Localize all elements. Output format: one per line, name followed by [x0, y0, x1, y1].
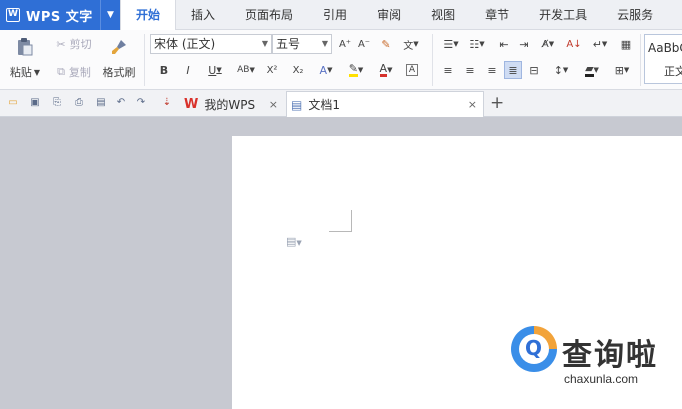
chevron-down-icon: ▼ [321, 39, 328, 48]
title-bar: W WPS 文字 ▼ 开始 插入 页面布局 引用 审阅 视图 章节 开发工具 云… [0, 0, 682, 31]
margin-corner-mark [329, 231, 352, 232]
new-tab-button[interactable]: + [490, 93, 504, 113]
menu-tabs: 开始 插入 页面布局 引用 审阅 视图 章节 开发工具 云服务 [120, 0, 668, 31]
font-color-button[interactable]: A ▼ [374, 62, 398, 78]
font-name-select[interactable]: 宋体 (正文) ▼ [150, 34, 272, 54]
shading-icon[interactable]: ▰ ▼ [580, 62, 604, 78]
justify-icon[interactable]: ≣ [504, 61, 522, 79]
scissors-icon: ✂ [56, 37, 66, 51]
increase-indent-icon[interactable]: ⇥ [516, 36, 532, 52]
wps-logo-icon: W [6, 8, 20, 22]
undo-icon[interactable]: ↶ [114, 96, 128, 110]
bullet-list-icon[interactable]: ☰ ▼ [440, 36, 462, 52]
paste-button[interactable]: 粘贴 ▼ [7, 64, 43, 80]
style-gallery-normal[interactable]: AaBbC 正文 [644, 34, 682, 84]
tab-document-1[interactable]: ▤ 文档1 × [286, 91, 484, 117]
margin-corner-mark [351, 210, 352, 232]
char-border-icon[interactable]: A [404, 62, 420, 78]
distributed-align-icon[interactable]: ⊟ [526, 62, 542, 78]
phonetic-guide-icon[interactable]: 文 ▼ [400, 36, 422, 52]
chevron-down-icon: ▼ [261, 39, 268, 48]
print-icon[interactable]: ⎙ [72, 96, 86, 110]
tab-insert[interactable]: 插入 [176, 0, 230, 30]
italic-button[interactable]: I [180, 62, 196, 78]
align-right-icon[interactable]: ≡ [484, 62, 500, 78]
tab-cloud[interactable]: 云服务 [602, 0, 668, 30]
export-pdf-icon[interactable]: ⎘ [50, 96, 64, 110]
document-icon: ▤ [291, 97, 303, 112]
tab-page-layout[interactable]: 页面布局 [230, 0, 308, 30]
tab-home[interactable]: 开始 [120, 0, 177, 31]
strikethrough-button[interactable]: AB ▼ [234, 62, 258, 78]
tab-chapter[interactable]: 章节 [470, 0, 524, 30]
decrease-indent-icon[interactable]: ⇤ [496, 36, 512, 52]
watermark-brand: 查询啦 [562, 338, 658, 373]
format-painter-button[interactable]: 格式刷 [99, 64, 139, 80]
paste-options-icon[interactable]: ▤▼ [286, 235, 302, 248]
brush-icon[interactable] [108, 36, 130, 58]
ribbon-divider [640, 34, 641, 86]
tab-label: 文档1 [308, 98, 340, 112]
print-preview-icon[interactable]: ▤ [94, 96, 108, 110]
tab-label: 我的WPS [204, 97, 256, 112]
ribbon-divider [144, 34, 145, 86]
wps-brand-icon: W [184, 96, 199, 112]
redo-icon[interactable]: ↷ [134, 96, 148, 110]
highlight-icon[interactable]: ✎ ▼ [344, 62, 368, 78]
app-menu-button[interactable]: W WPS 文字 ▼ [0, 0, 120, 30]
align-center-icon[interactable]: ≡ [462, 62, 478, 78]
ribbon-toolbar: 粘贴 ▼ ✂ 剪切 ⧉ 复制 格式刷 宋体 (正文) ▼ 五号 ▼ A⁺ A⁻ ✎… [0, 30, 682, 90]
clear-format-icon[interactable]: ✎ [378, 36, 394, 52]
cut-button[interactable]: ✂ 剪切 [50, 36, 98, 52]
close-icon[interactable]: × [269, 98, 278, 111]
superscript-button[interactable]: X² [264, 62, 280, 78]
align-left-icon[interactable]: ≡ [440, 62, 456, 78]
tab-view[interactable]: 视图 [416, 0, 470, 30]
table-grid-icon[interactable]: ▦ [618, 36, 634, 52]
document-tab-strip: ▭ ▣ ⎘ ⎙ ▤ ↶ ↷ ⇣ W 我的WPS × ▤ 文档1 × [0, 90, 682, 117]
line-spacing-icon[interactable]: ↕ ▼ [550, 62, 572, 78]
increase-font-button[interactable]: A⁺ [337, 36, 353, 52]
customize-quick-access-icon[interactable]: ⇣ [160, 96, 174, 110]
numbered-list-icon[interactable]: ☷ ▼ [466, 36, 488, 52]
decrease-font-button[interactable]: A⁻ [356, 36, 372, 52]
underline-button[interactable]: U ▼ [204, 62, 226, 78]
copy-button[interactable]: ⧉ 复制 [50, 64, 98, 80]
close-icon[interactable]: × [468, 98, 477, 111]
site-watermark: Q 查询啦 chaxunla.com [506, 318, 682, 409]
watermark-url: chaxunla.com [564, 372, 639, 386]
ribbon-divider [432, 34, 433, 86]
save-icon[interactable]: ▣ [28, 96, 42, 110]
tab-references[interactable]: 引用 [308, 0, 362, 30]
sort-icon[interactable]: A↓ [566, 36, 582, 52]
open-folder-icon[interactable]: ▭ [6, 96, 20, 110]
app-name: WPS 文字 [26, 9, 93, 25]
copy-icon: ⧉ [57, 65, 65, 78]
bold-button[interactable]: B [156, 62, 172, 78]
show-marks-icon[interactable]: ↵ ▼ [590, 36, 610, 52]
borders-icon[interactable]: ⊞ ▼ [610, 62, 634, 78]
tab-my-wps[interactable]: W 我的WPS × [180, 91, 284, 117]
tab-review[interactable]: 审阅 [362, 0, 416, 30]
tab-developer[interactable]: 开发工具 [524, 0, 602, 30]
subscript-button[interactable]: X₂ [290, 62, 306, 78]
chinese-layout-icon[interactable]: A̸ ▼ [536, 36, 560, 52]
chevron-down-icon[interactable]: ▼ [100, 0, 120, 30]
text-effect-button[interactable]: A ▼ [316, 62, 336, 78]
paste-icon[interactable] [14, 36, 36, 58]
font-size-select[interactable]: 五号 ▼ [272, 34, 332, 54]
